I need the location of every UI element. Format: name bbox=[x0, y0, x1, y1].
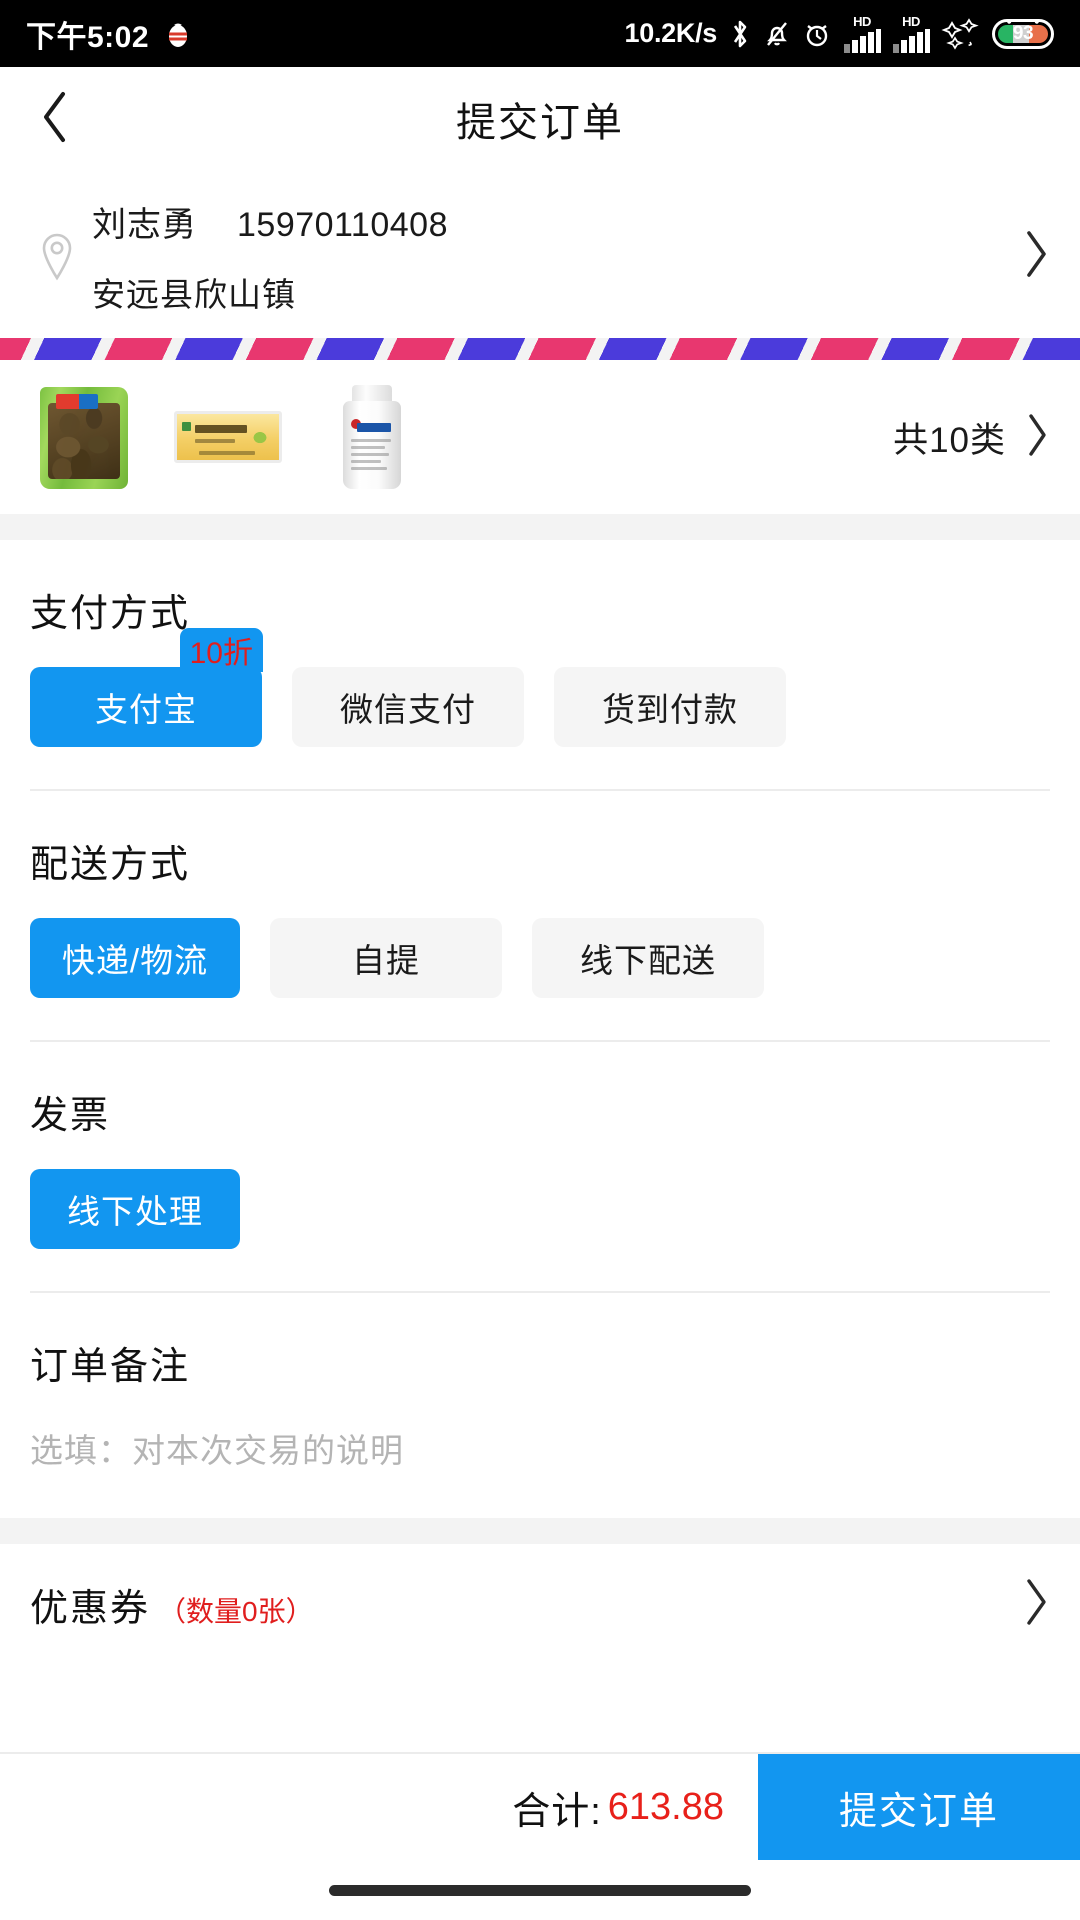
bluetooth-icon bbox=[728, 17, 752, 51]
alarm-clock-icon bbox=[802, 17, 832, 51]
delivery-method-title: 配送方式 bbox=[30, 844, 191, 886]
battery-icon: 93 bbox=[992, 18, 1054, 49]
chevron-right-icon bbox=[1022, 230, 1050, 283]
submit-order-button[interactable]: 提交订单 bbox=[758, 1754, 1080, 1860]
coupon-row[interactable]: 优惠券 （数量0张） bbox=[0, 1544, 1080, 1664]
payment-option-alipay[interactable]: 10折 支付宝 bbox=[30, 628, 263, 747]
status-time: 下午5:02 bbox=[26, 20, 150, 54]
sparkle-icon bbox=[941, 17, 981, 51]
invoice-option-offline[interactable]: 线下处理 bbox=[30, 1169, 240, 1249]
tomato-icon bbox=[163, 19, 193, 49]
battery-percent: 93 bbox=[1012, 22, 1034, 44]
order-remark-input-wrap[interactable]: 选填：对本次交易的说明 bbox=[0, 1420, 1080, 1518]
total-label: 合计: bbox=[512, 1790, 602, 1833]
decorative-ribbon-divider bbox=[0, 338, 1080, 360]
total-amount: 613.88 bbox=[607, 1785, 724, 1828]
navigation-bar: 提交订单 bbox=[0, 67, 1080, 171]
section-gap bbox=[0, 514, 1080, 540]
payment-option-label: 支付宝 bbox=[95, 691, 197, 728]
bottom-action-bar: 合计: 613.88 提交订单 bbox=[0, 1752, 1080, 1860]
invoice-title: 发票 bbox=[30, 1095, 111, 1137]
content-spacer bbox=[0, 1664, 1080, 1752]
chevron-right-icon bbox=[1024, 413, 1050, 462]
product-count-area[interactable]: 共10类 bbox=[873, 412, 1050, 463]
invoice-option-label: 线下处理 bbox=[67, 1193, 203, 1230]
address-contact-line: 刘志勇 15970110408 bbox=[92, 197, 1022, 246]
section-gap-2 bbox=[0, 1518, 1080, 1544]
address-chevron[interactable] bbox=[1022, 230, 1050, 283]
home-indicator[interactable] bbox=[329, 1884, 751, 1896]
chevron-right-icon bbox=[1022, 1578, 1050, 1631]
delivery-option-list: 快递/物流 自提 线下配送 bbox=[30, 918, 1050, 1040]
delivery-option-label: 线下配送 bbox=[580, 942, 716, 979]
coupon-count: （数量0张） bbox=[158, 1595, 314, 1627]
product-count-label: 共10类 bbox=[893, 420, 1006, 460]
address-body: 刘志勇 15970110408 安远县欣山镇 bbox=[84, 197, 1022, 316]
coupon-label-area: 优惠券 （数量0张） bbox=[30, 1577, 1022, 1632]
delivery-option-pickup[interactable]: 自提 bbox=[270, 918, 502, 998]
product-summary-row[interactable]: 共10类 bbox=[0, 360, 1080, 514]
hd-label-2: HD bbox=[902, 13, 920, 29]
payment-option-wechat[interactable]: 微信支付 bbox=[292, 667, 524, 747]
invoice-option-list: 线下处理 bbox=[30, 1169, 1050, 1291]
payment-option-label: 微信支付 bbox=[340, 691, 476, 728]
yellow-medicine-box-thumbnail[interactable] bbox=[174, 383, 282, 491]
order-remark-section: 订单备注 bbox=[0, 1293, 1080, 1420]
payment-discount-badge: 10折 bbox=[179, 628, 263, 672]
payment-option-label: 货到付款 bbox=[602, 691, 738, 728]
order-submit-screen: 下午5:02 10.2K/s HD HD 93 提交订单 刘志勇 1597011… bbox=[0, 0, 1080, 1920]
delivery-option-express[interactable]: 快递/物流 bbox=[30, 918, 240, 998]
invoice-section: 发票 线下处理 bbox=[0, 1042, 1080, 1291]
payment-method-section: 支付方式 10折 支付宝 微信支付 货到付款 bbox=[0, 540, 1080, 789]
status-bar-left: 下午5:02 bbox=[26, 12, 193, 56]
status-bar-right: 10.2K/s HD HD 93 bbox=[625, 15, 1054, 53]
hd-label: HD bbox=[853, 13, 871, 29]
coupon-label: 优惠券 bbox=[30, 1587, 151, 1630]
hd-signal-icon-2: HD bbox=[892, 15, 930, 53]
hd-signal-icon: HD bbox=[843, 15, 881, 53]
recipient-name: 刘志勇 bbox=[92, 206, 197, 244]
location-pin-icon bbox=[30, 231, 84, 283]
delivery-option-label: 快递/物流 bbox=[61, 942, 209, 979]
delivery-method-section: 配送方式 快递/物流 自提 线下配送 bbox=[0, 791, 1080, 1040]
address-detail: 安远县欣山镇 bbox=[92, 276, 296, 313]
delivery-option-offline[interactable]: 线下配送 bbox=[532, 918, 764, 998]
status-bar: 下午5:02 10.2K/s HD HD 93 bbox=[0, 0, 1080, 67]
order-remark-title: 订单备注 bbox=[30, 1346, 191, 1388]
order-total: 合计: 613.88 bbox=[0, 1754, 758, 1860]
address-row[interactable]: 刘志勇 15970110408 安远县欣山镇 bbox=[0, 171, 1080, 338]
home-indicator-bar bbox=[0, 1860, 1080, 1920]
product-thumbnail-list bbox=[30, 383, 873, 491]
submit-order-label: 提交订单 bbox=[838, 1790, 999, 1833]
order-remark-input[interactable]: 选填：对本次交易的说明 bbox=[30, 1420, 1050, 1472]
payment-option-cod[interactable]: 货到付款 bbox=[554, 667, 786, 747]
payment-option-list: 10折 支付宝 微信支付 货到付款 bbox=[30, 628, 1050, 789]
recipient-phone: 15970110408 bbox=[237, 206, 448, 244]
bell-muted-icon bbox=[763, 17, 791, 51]
network-speed: 10.2K/s bbox=[624, 18, 718, 48]
white-pill-bottle-thumbnail[interactable] bbox=[318, 383, 426, 491]
page-title: 提交订单 bbox=[456, 101, 624, 145]
dried-herb-bag-thumbnail[interactable] bbox=[30, 383, 138, 491]
delivery-option-label: 自提 bbox=[352, 942, 420, 979]
